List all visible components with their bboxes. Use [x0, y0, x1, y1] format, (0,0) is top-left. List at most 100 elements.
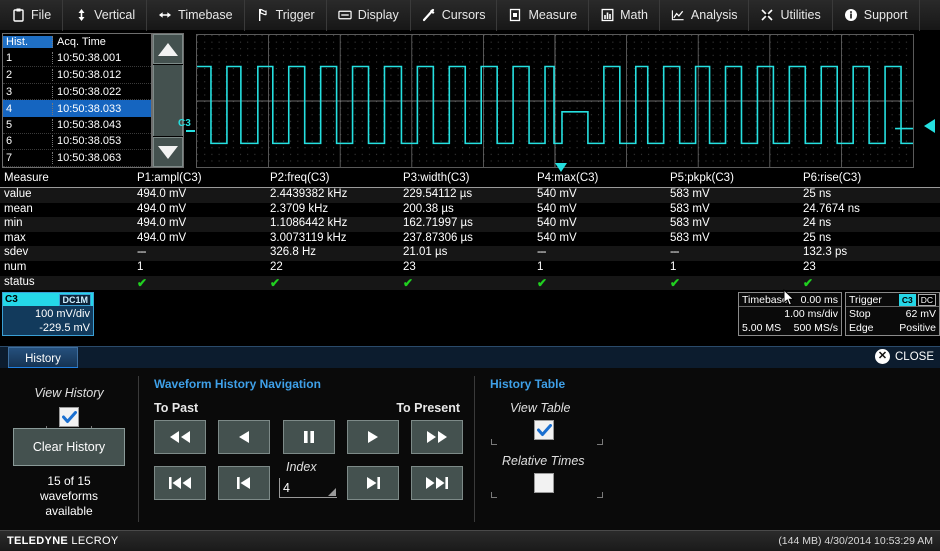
- pause-button[interactable]: [283, 420, 335, 454]
- history-row[interactable]: 8 10:50:38.074: [3, 167, 151, 168]
- cell-p5: 583 mV: [670, 217, 710, 230]
- cell-p3: 200.38 µs: [403, 202, 454, 215]
- history-list-scrollbar[interactable]: [152, 33, 184, 168]
- cell-p5: ---: [670, 246, 679, 259]
- menu-item-timebase[interactable]: Timebase: [147, 0, 245, 31]
- scroll-up-button[interactable]: [153, 34, 183, 64]
- measure-column-p4[interactable]: P4:max(C3): [537, 172, 598, 184]
- channel-descriptor-body: 100 mV/div -229.5 mV: [3, 306, 93, 335]
- measure-corner-label: Measure: [4, 172, 49, 184]
- menu-item-trigger[interactable]: Trigger: [245, 0, 327, 31]
- trigger-state: Stop: [849, 308, 871, 320]
- tab-history[interactable]: History: [8, 347, 78, 369]
- history-index: 5: [3, 118, 53, 131]
- menu-item-math[interactable]: Math: [589, 0, 660, 31]
- clear-history-button[interactable]: Clear History: [13, 428, 125, 466]
- trigger-level: 62 mV: [905, 308, 936, 320]
- cell-p1: 494.0 mV: [137, 217, 187, 230]
- cell-p3: 229.54112 µs: [403, 188, 473, 200]
- next-frame-button[interactable]: [347, 466, 399, 500]
- history-row[interactable]: 6 10:50:38.053: [3, 134, 151, 151]
- cell-p4: 540 mV: [537, 217, 577, 230]
- menu-item-cursors[interactable]: Cursors: [411, 0, 498, 31]
- channel-scale: 100 mV/div: [34, 308, 90, 320]
- cell-p1: 494.0 mV: [137, 202, 187, 215]
- mouse-pointer-icon: [783, 289, 795, 306]
- cell-p2: 2.3709 kHz: [270, 202, 329, 215]
- row-label: min: [4, 217, 23, 230]
- menu-item-vertical[interactable]: Vertical: [63, 0, 148, 31]
- forward-fast-button[interactable]: [411, 420, 463, 454]
- measure-column-p3[interactable]: P3:width(C3): [403, 172, 469, 184]
- measure-column-p1[interactable]: P1:ampl(C3): [137, 172, 202, 184]
- play-button[interactable]: [347, 420, 399, 454]
- rewind-fast-button[interactable]: [154, 420, 206, 454]
- menu-label: Display: [357, 8, 399, 22]
- timebase-memory-row: 5.00 MS 500 MS/s: [739, 321, 841, 335]
- cell-p3: 237.87306 µs: [403, 231, 473, 244]
- view-history-checkbox[interactable]: [59, 407, 79, 427]
- view-history-pane: View History Clear History 15 of 15 wave…: [0, 368, 138, 530]
- jump-oldest-button[interactable]: [154, 466, 206, 500]
- clear-history-button-face[interactable]: Clear History: [13, 428, 125, 466]
- row-label: status: [4, 275, 35, 288]
- measure-row-value: value 494.0 mV 2.4439382 kHz 229.54112 µ…: [0, 188, 940, 203]
- waveform-display-grid[interactable]: [196, 34, 914, 168]
- menu-item-file[interactable]: File: [0, 0, 64, 31]
- cell-p1: 494.0 mV: [137, 231, 187, 244]
- menu-item-measure[interactable]: Measure: [497, 0, 590, 31]
- close-dialog-button[interactable]: ✕ CLOSE: [875, 349, 934, 364]
- acquisition-history-list[interactable]: Hist. Acq. Time 1 10:50:38.001 2 10:50:3…: [2, 33, 152, 168]
- history-row-selected[interactable]: 4 10:50:38.033: [3, 100, 151, 117]
- timebase-scale-row: 1.00 ms/div: [739, 307, 841, 321]
- brand-teledyne: TELEDYNE: [7, 535, 69, 547]
- index-input[interactable]: 4: [279, 478, 337, 498]
- trigger-descriptor[interactable]: Trigger C3 DC Stop 62 mV Edge Positive: [845, 292, 940, 336]
- cell-p3: 162.71997 µs: [403, 217, 473, 230]
- trigger-flag-icon: [256, 8, 270, 22]
- cell-p5: 583 mV: [670, 188, 710, 200]
- status-check-p1: ✔: [137, 275, 148, 290]
- prev-frame-button[interactable]: [218, 466, 270, 500]
- menu-label: Analysis: [690, 8, 738, 22]
- menu-label: Timebase: [178, 8, 233, 22]
- channel-offset-marker[interactable]: [186, 130, 195, 132]
- row-label: num: [4, 260, 27, 273]
- checkbox-box[interactable]: [59, 407, 79, 427]
- menu-label: Math: [620, 8, 648, 22]
- cell-p1: 1: [137, 260, 144, 273]
- timebase-memory: 5.00 MS: [742, 322, 782, 334]
- trigger-position-arrow-icon[interactable]: [555, 163, 567, 172]
- trigger-coupling-badge[interactable]: DC: [917, 293, 936, 306]
- step-back-button[interactable]: [218, 420, 270, 454]
- pause-bars-icon: [304, 431, 314, 443]
- checkbox-box[interactable]: [534, 420, 554, 440]
- history-table-pane-title: History Table: [490, 377, 566, 391]
- menu-item-utilities[interactable]: Utilities: [749, 0, 833, 31]
- menu-item-display[interactable]: Display: [327, 0, 411, 31]
- channel-descriptor-c3[interactable]: C3 DC1M 100 mV/div -229.5 mV: [2, 292, 94, 336]
- relative-times-checkbox[interactable]: [534, 473, 554, 493]
- measure-column-p2[interactable]: P2:freq(C3): [270, 172, 329, 184]
- menu-item-analysis[interactable]: Analysis: [660, 0, 750, 31]
- history-index: 3: [3, 85, 53, 98]
- history-index: 6: [3, 135, 53, 148]
- trigger-level-arrow-icon[interactable]: [924, 119, 935, 133]
- channel-coupling-badge[interactable]: DC1M: [59, 293, 91, 306]
- scroll-down-button[interactable]: [153, 137, 183, 167]
- view-table-checkbox[interactable]: [534, 420, 554, 440]
- history-row[interactable]: 3 10:50:38.022: [3, 84, 151, 101]
- history-row[interactable]: 2 10:50:38.012: [3, 67, 151, 84]
- measure-column-p5[interactable]: P5:pkpk(C3): [670, 172, 734, 184]
- timebase-delay: 0.00 ms: [800, 293, 838, 306]
- double-right-triangle-bar-icon: [426, 477, 448, 489]
- measure-column-p6[interactable]: P6:rise(C3): [803, 172, 861, 184]
- history-row[interactable]: 5 10:50:38.043: [3, 117, 151, 134]
- history-row[interactable]: 7 10:50:38.063: [3, 150, 151, 167]
- jump-newest-button[interactable]: [411, 466, 463, 500]
- menu-item-support[interactable]: Support: [833, 0, 920, 31]
- trigger-source-badge[interactable]: C3: [898, 293, 916, 306]
- cell-p6: 23: [803, 260, 816, 273]
- checkbox-box[interactable]: [534, 473, 554, 493]
- history-row[interactable]: 1 10:50:38.001: [3, 51, 151, 68]
